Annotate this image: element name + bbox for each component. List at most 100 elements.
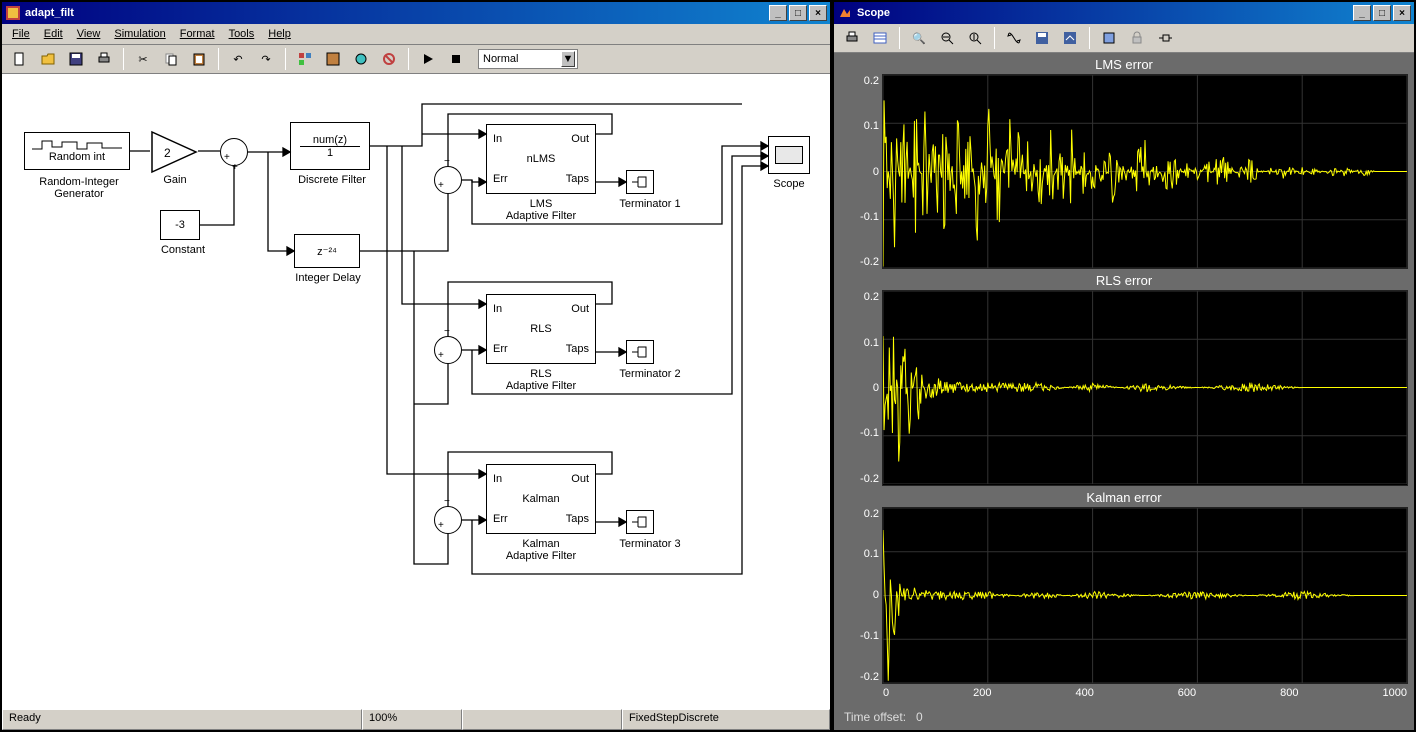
open-button[interactable] bbox=[36, 48, 60, 70]
block-terminator1[interactable] bbox=[626, 170, 654, 194]
plot-area-rls[interactable]: 0.20.10-0.1-0.2 bbox=[882, 290, 1408, 485]
redo-button[interactable]: ↷ bbox=[254, 48, 278, 70]
plot-kalman: Kalman error 0.20.10-0.1-0.2 02004006008… bbox=[840, 490, 1408, 702]
yticks-rls: 0.20.10-0.1-0.2 bbox=[845, 291, 879, 484]
zoom-x-button[interactable] bbox=[935, 27, 959, 49]
block-random-integer[interactable]: Random int bbox=[24, 132, 130, 170]
port-in: In bbox=[493, 133, 502, 145]
stop-button[interactable] bbox=[444, 48, 468, 70]
block-random-int-text: Random int bbox=[49, 151, 105, 163]
float-button[interactable] bbox=[1097, 27, 1121, 49]
scope-minimize-button[interactable]: _ bbox=[1353, 5, 1371, 21]
block-gain[interactable]: 2 bbox=[150, 130, 200, 174]
update-button[interactable] bbox=[377, 48, 401, 70]
play-button[interactable] bbox=[416, 48, 440, 70]
status-solver: FixedStepDiscrete bbox=[622, 709, 830, 730]
label-kalman: Kalman Adaptive Filter bbox=[486, 538, 596, 562]
label-lms: LMS Adaptive Filter bbox=[486, 198, 596, 222]
block-discrete-filter[interactable]: num(z) 1 bbox=[290, 122, 370, 170]
simulation-mode-value: Normal bbox=[483, 53, 518, 65]
label-gain: Gain bbox=[152, 174, 198, 186]
menu-file[interactable]: File bbox=[6, 26, 36, 42]
simulation-mode-select[interactable]: Normal ▼ bbox=[478, 49, 578, 69]
port-out: Out bbox=[571, 133, 589, 145]
plot-rls: RLS error 0.20.10-0.1-0.2 bbox=[840, 273, 1408, 485]
label-terminator3: Terminator 3 bbox=[610, 538, 690, 550]
minimize-button[interactable]: _ bbox=[769, 5, 787, 21]
plot-lms: LMS error 0.20.10-0.1-0.2 bbox=[840, 57, 1408, 269]
block-integer-delay[interactable]: z⁻²⁴ bbox=[294, 234, 360, 268]
plot-area-lms[interactable]: 0.20.10-0.1-0.2 bbox=[882, 74, 1408, 269]
time-offset-label: Time offset: bbox=[844, 710, 906, 724]
library-browser-button[interactable] bbox=[293, 48, 317, 70]
save-button[interactable] bbox=[64, 48, 88, 70]
print-button[interactable] bbox=[92, 48, 116, 70]
chart-svg-lms bbox=[883, 75, 1407, 268]
zoom-in-button[interactable]: 🔍 bbox=[907, 27, 931, 49]
simulink-window: adapt_filt _ □ × File Edit View Simulati… bbox=[0, 0, 832, 732]
plot-title-lms: LMS error bbox=[840, 57, 1408, 72]
zoom-y-button[interactable] bbox=[963, 27, 987, 49]
rls-center-text: RLS bbox=[530, 323, 551, 335]
simulink-titlebar[interactable]: adapt_filt _ □ × bbox=[2, 2, 830, 24]
menu-format[interactable]: Format bbox=[174, 26, 221, 42]
port-err: Err bbox=[493, 173, 508, 185]
plot-title-rls: RLS error bbox=[840, 273, 1408, 288]
label-terminator1: Terminator 1 bbox=[610, 198, 690, 210]
scope-titlebar[interactable]: Scope _ □ × bbox=[834, 2, 1414, 24]
signal-select-button[interactable] bbox=[1153, 27, 1177, 49]
block-lms-filter[interactable]: In Out Err Taps nLMS bbox=[486, 124, 596, 194]
scope-close-button[interactable]: × bbox=[1393, 5, 1411, 21]
status-zoom: 100% bbox=[362, 709, 462, 730]
debug-button[interactable] bbox=[349, 48, 373, 70]
time-offset-value: 0 bbox=[916, 710, 923, 724]
cut-button[interactable]: ✂ bbox=[131, 48, 155, 70]
label-random-integer: Random-Integer Generator bbox=[14, 176, 144, 200]
block-rls-filter[interactable]: In Out Err Taps RLS bbox=[486, 294, 596, 364]
discrete-filter-num: num(z) bbox=[313, 134, 347, 146]
maximize-button[interactable]: □ bbox=[789, 5, 807, 21]
label-rls: RLS Adaptive Filter bbox=[486, 368, 596, 392]
block-constant[interactable]: -3 bbox=[160, 210, 200, 240]
model-canvas[interactable]: Random int Random-Integer Generator 2 Ga… bbox=[2, 74, 830, 708]
scope-params-button[interactable] bbox=[868, 27, 892, 49]
menu-edit[interactable]: Edit bbox=[38, 26, 69, 42]
scope-maximize-button[interactable]: □ bbox=[1373, 5, 1391, 21]
menu-help[interactable]: Help bbox=[262, 26, 297, 42]
label-terminator2: Terminator 2 bbox=[610, 368, 690, 380]
simulink-title: adapt_filt bbox=[25, 7, 769, 19]
waveform-icon bbox=[32, 139, 122, 151]
restore-axes-button[interactable] bbox=[1058, 27, 1082, 49]
chart-svg-kalman bbox=[883, 508, 1407, 683]
yticks-kalman: 0.20.10-0.1-0.2 bbox=[845, 508, 879, 683]
scope-window: Scope _ □ × 🔍 LMS error 0.20.10-0.1-0.2 bbox=[832, 0, 1416, 732]
lms-center-text: nLMS bbox=[527, 153, 556, 165]
new-button[interactable] bbox=[8, 48, 32, 70]
autoscale-button[interactable] bbox=[1002, 27, 1026, 49]
block-terminator3[interactable] bbox=[626, 510, 654, 534]
lock-button[interactable] bbox=[1125, 27, 1149, 49]
copy-button[interactable] bbox=[159, 48, 183, 70]
undo-button[interactable]: ↶ bbox=[226, 48, 250, 70]
simulink-app-icon bbox=[5, 5, 21, 21]
menu-view[interactable]: View bbox=[71, 26, 107, 42]
constant-value: -3 bbox=[175, 219, 185, 231]
block-kalman-filter[interactable]: In Out Err Taps Kalman bbox=[486, 464, 596, 534]
simulink-statusbar: Ready 100% FixedStepDiscrete bbox=[2, 708, 830, 730]
scope-title: Scope bbox=[857, 7, 1353, 19]
scope-print-button[interactable] bbox=[840, 27, 864, 49]
block-terminator2[interactable] bbox=[626, 340, 654, 364]
menu-tools[interactable]: Tools bbox=[223, 26, 261, 42]
paste-button[interactable] bbox=[187, 48, 211, 70]
plot-area-kalman[interactable]: 0.20.10-0.1-0.2 02004006008001000 bbox=[882, 507, 1408, 684]
save-axes-button[interactable] bbox=[1030, 27, 1054, 49]
close-button[interactable]: × bbox=[809, 5, 827, 21]
block-scope[interactable] bbox=[768, 136, 810, 174]
plot-title-kalman: Kalman error bbox=[840, 490, 1408, 505]
port-taps: Taps bbox=[566, 173, 589, 185]
matlab-icon bbox=[837, 5, 853, 21]
menu-simulation[interactable]: Simulation bbox=[108, 26, 171, 42]
simulink-menubar: File Edit View Simulation Format Tools H… bbox=[2, 24, 830, 45]
chevron-down-icon: ▼ bbox=[561, 51, 575, 67]
model-explorer-button[interactable] bbox=[321, 48, 345, 70]
